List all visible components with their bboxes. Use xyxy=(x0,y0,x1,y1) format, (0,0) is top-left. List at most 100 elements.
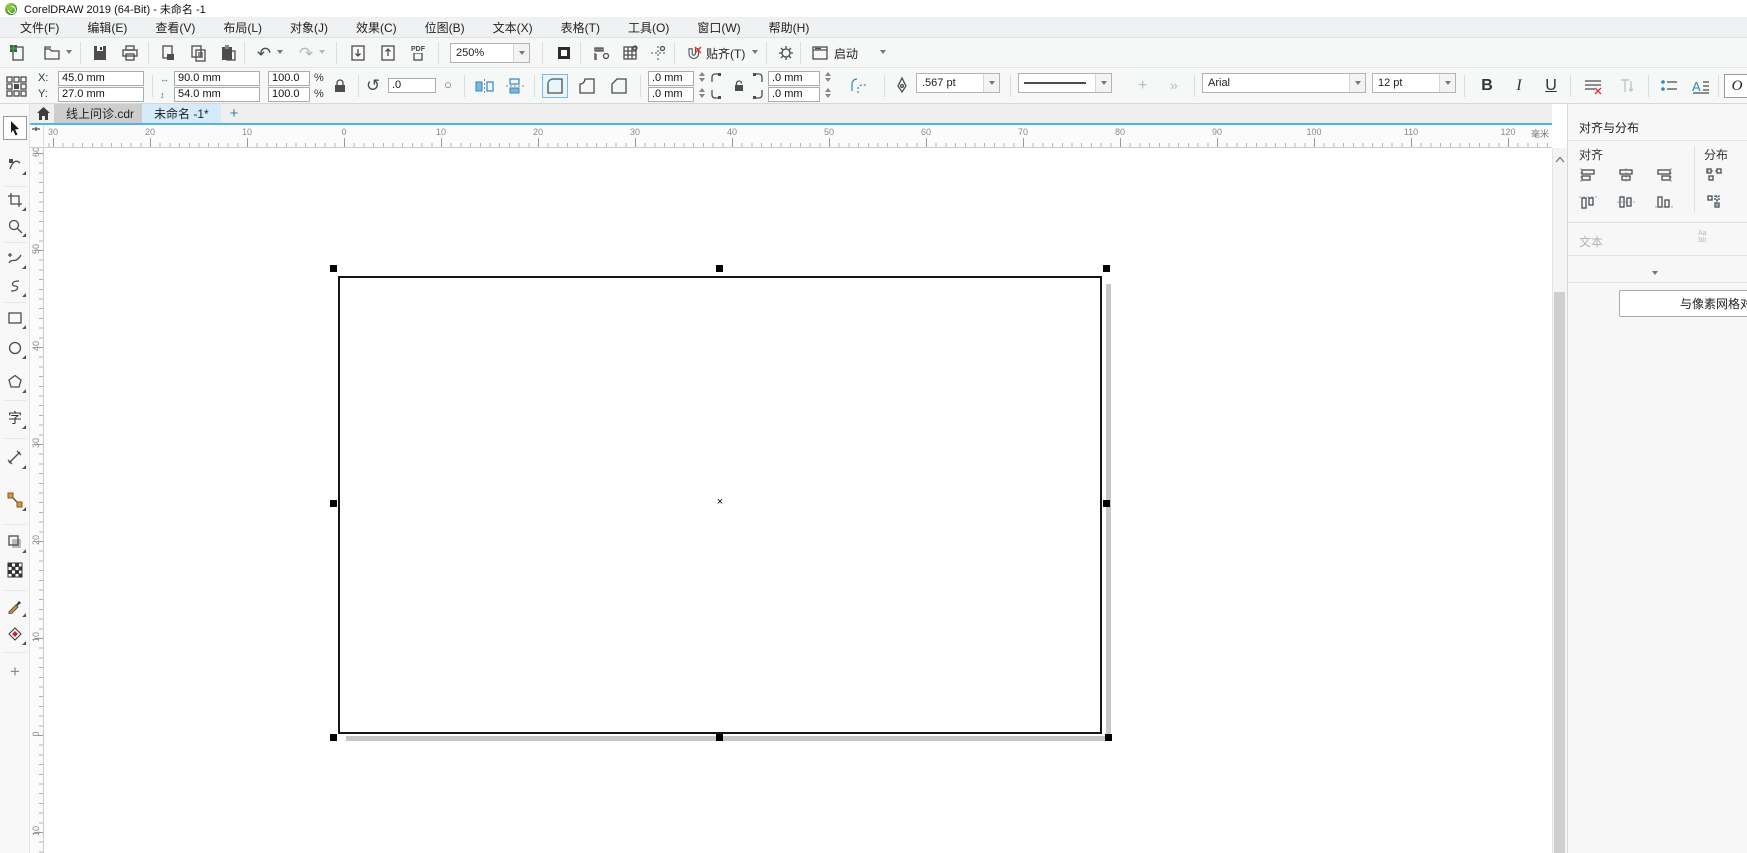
menu-item-10[interactable]: 窗口(W) xyxy=(683,19,754,36)
crop-tool[interactable] xyxy=(3,188,27,212)
open-button[interactable] xyxy=(40,41,64,65)
new-document-button[interactable] xyxy=(6,41,30,65)
convert-to-curves-button[interactable]: O xyxy=(1724,74,1747,98)
x-position-field[interactable]: 45.0 mm xyxy=(58,71,144,86)
text-alignment-button[interactable] xyxy=(1580,74,1606,98)
scroll-up-icon[interactable] xyxy=(1553,156,1567,163)
home-icon[interactable] xyxy=(36,106,51,121)
selection-center-marker[interactable]: × xyxy=(713,496,727,508)
vertical-text-button[interactable] xyxy=(1614,74,1640,98)
menu-item-6[interactable]: 位图(B) xyxy=(411,19,479,36)
object-origin-icon[interactable] xyxy=(4,74,28,98)
rectangle-tool[interactable] xyxy=(3,306,27,330)
show-rulers-button[interactable] xyxy=(590,41,614,65)
import-button[interactable] xyxy=(346,41,370,65)
scalloped-corner-button[interactable] xyxy=(574,74,600,98)
object-width-field[interactable]: 90.0 mm xyxy=(174,71,260,86)
menu-item-11[interactable]: 帮助(H) xyxy=(755,19,824,36)
document-tab-active[interactable]: 未命名 -1* xyxy=(142,104,221,123)
options-button[interactable] xyxy=(774,41,798,65)
cut-button[interactable] xyxy=(156,41,180,65)
menu-item-4[interactable]: 对象(J) xyxy=(276,19,342,36)
pdf-export-button[interactable]: PDF xyxy=(406,41,430,65)
scale-h-field[interactable]: 100.0 xyxy=(268,71,310,86)
corner-tr-spinner[interactable] xyxy=(823,70,832,84)
connector-tool[interactable] xyxy=(3,488,27,512)
text-tool[interactable]: 字 xyxy=(3,406,27,430)
bulleted-list-button[interactable] xyxy=(1656,74,1682,98)
color-eyedropper-tool[interactable] xyxy=(3,594,27,618)
fullscreen-preview-button[interactable] xyxy=(552,41,576,65)
menu-item-7[interactable]: 文本(X) xyxy=(479,19,547,36)
menu-item-8[interactable]: 表格(T) xyxy=(547,19,614,36)
docker-expand-chevron[interactable] xyxy=(1652,264,1658,278)
corner-radius-tr-field[interactable]: .0 mm xyxy=(768,71,820,86)
pick-tool[interactable] xyxy=(3,116,27,140)
redo-button[interactable]: ↷ xyxy=(294,41,318,65)
underline-button[interactable]: U xyxy=(1538,74,1564,98)
selection-handle-top-right[interactable] xyxy=(1103,265,1110,272)
corner-link-lock-icon[interactable] xyxy=(732,79,746,93)
undo-dropdown[interactable] xyxy=(277,50,283,54)
line-style-dropdown[interactable] xyxy=(1095,74,1111,92)
outline-width-combobox[interactable]: .567 pt xyxy=(916,73,1000,93)
align-to-pixel-grid-button[interactable]: 与像素网格对齐 xyxy=(1619,290,1747,317)
vertical-scrollbar[interactable] xyxy=(1552,148,1567,853)
line-style-combobox[interactable] xyxy=(1018,73,1112,93)
align-left-button[interactable] xyxy=(1575,164,1601,186)
zoom-tool[interactable] xyxy=(3,214,27,238)
corner-radius-bl-field[interactable]: .0 mm xyxy=(648,87,694,102)
ellipse-tool[interactable] xyxy=(3,336,27,360)
rotation-angle-field[interactable]: .0 xyxy=(388,78,436,93)
selection-handle-bottom-center[interactable] xyxy=(716,734,723,741)
open-dropdown[interactable] xyxy=(66,50,72,54)
font-family-combobox[interactable]: Arial xyxy=(1202,73,1366,93)
launch-button[interactable]: 启动 xyxy=(834,43,858,63)
align-bottom-button[interactable] xyxy=(1651,191,1677,213)
snap-dropdown[interactable] xyxy=(752,50,758,54)
undo-button[interactable]: ↶ xyxy=(252,41,276,65)
mirror-horizontal-button[interactable] xyxy=(472,74,498,98)
menu-item-0[interactable]: 文件(F) xyxy=(6,19,73,36)
font-size-combobox[interactable]: 12 pt xyxy=(1372,73,1456,93)
interactive-fill-tool[interactable] xyxy=(3,622,27,646)
mirror-vertical-button[interactable] xyxy=(502,74,528,98)
distribute-horizontal-button[interactable] xyxy=(1702,164,1728,186)
drop-cap-button[interactable]: A xyxy=(1688,74,1714,98)
copy-button[interactable] xyxy=(186,41,210,65)
menu-item-3[interactable]: 布局(L) xyxy=(209,19,276,36)
corner-radius-br-field[interactable]: .0 mm xyxy=(768,87,820,102)
menu-item-5[interactable]: 效果(C) xyxy=(342,19,411,36)
scale-v-field[interactable]: 100.0 xyxy=(268,87,310,102)
outline-width-dropdown[interactable] xyxy=(983,74,999,92)
zoom-level-combobox[interactable]: 250% xyxy=(450,43,530,63)
selection-handle-middle-right[interactable] xyxy=(1103,500,1110,507)
save-button[interactable] xyxy=(88,41,112,65)
round-corner-button[interactable] xyxy=(542,74,568,98)
parallel-dimension-tool[interactable] xyxy=(3,446,27,470)
selection-handle-top-left[interactable] xyxy=(330,265,337,272)
object-height-field[interactable]: 54.0 mm xyxy=(174,87,260,102)
add-tool-button[interactable]: + xyxy=(3,660,27,684)
lock-ratio-button[interactable] xyxy=(328,74,352,98)
snap-off-button[interactable] xyxy=(682,41,706,65)
corner-br-spinner[interactable] xyxy=(823,86,832,100)
selection-handle-bottom-left[interactable] xyxy=(330,734,337,741)
menu-item-2[interactable]: 查看(V) xyxy=(141,19,209,36)
align-center-horizontal-button[interactable] xyxy=(1613,164,1639,186)
bspline-tool[interactable] xyxy=(3,274,27,298)
menu-item-1[interactable]: 编辑(E) xyxy=(73,19,141,36)
ruler-origin-corner[interactable] xyxy=(30,125,44,148)
bold-button[interactable]: B xyxy=(1474,74,1500,98)
add-property-button[interactable]: + xyxy=(1138,78,1147,94)
snap-menu-button[interactable]: 贴齐(T) xyxy=(706,43,745,63)
export-button[interactable] xyxy=(376,41,400,65)
transparency-tool[interactable] xyxy=(3,558,27,582)
drop-shadow-tool[interactable] xyxy=(3,530,27,554)
polygon-tool[interactable] xyxy=(3,370,27,394)
align-center-vertical-button[interactable] xyxy=(1613,191,1639,213)
font-size-dropdown[interactable] xyxy=(1439,74,1455,92)
font-family-dropdown[interactable] xyxy=(1349,74,1365,92)
selection-handle-middle-left[interactable] xyxy=(330,500,337,507)
redo-dropdown[interactable] xyxy=(319,50,325,54)
